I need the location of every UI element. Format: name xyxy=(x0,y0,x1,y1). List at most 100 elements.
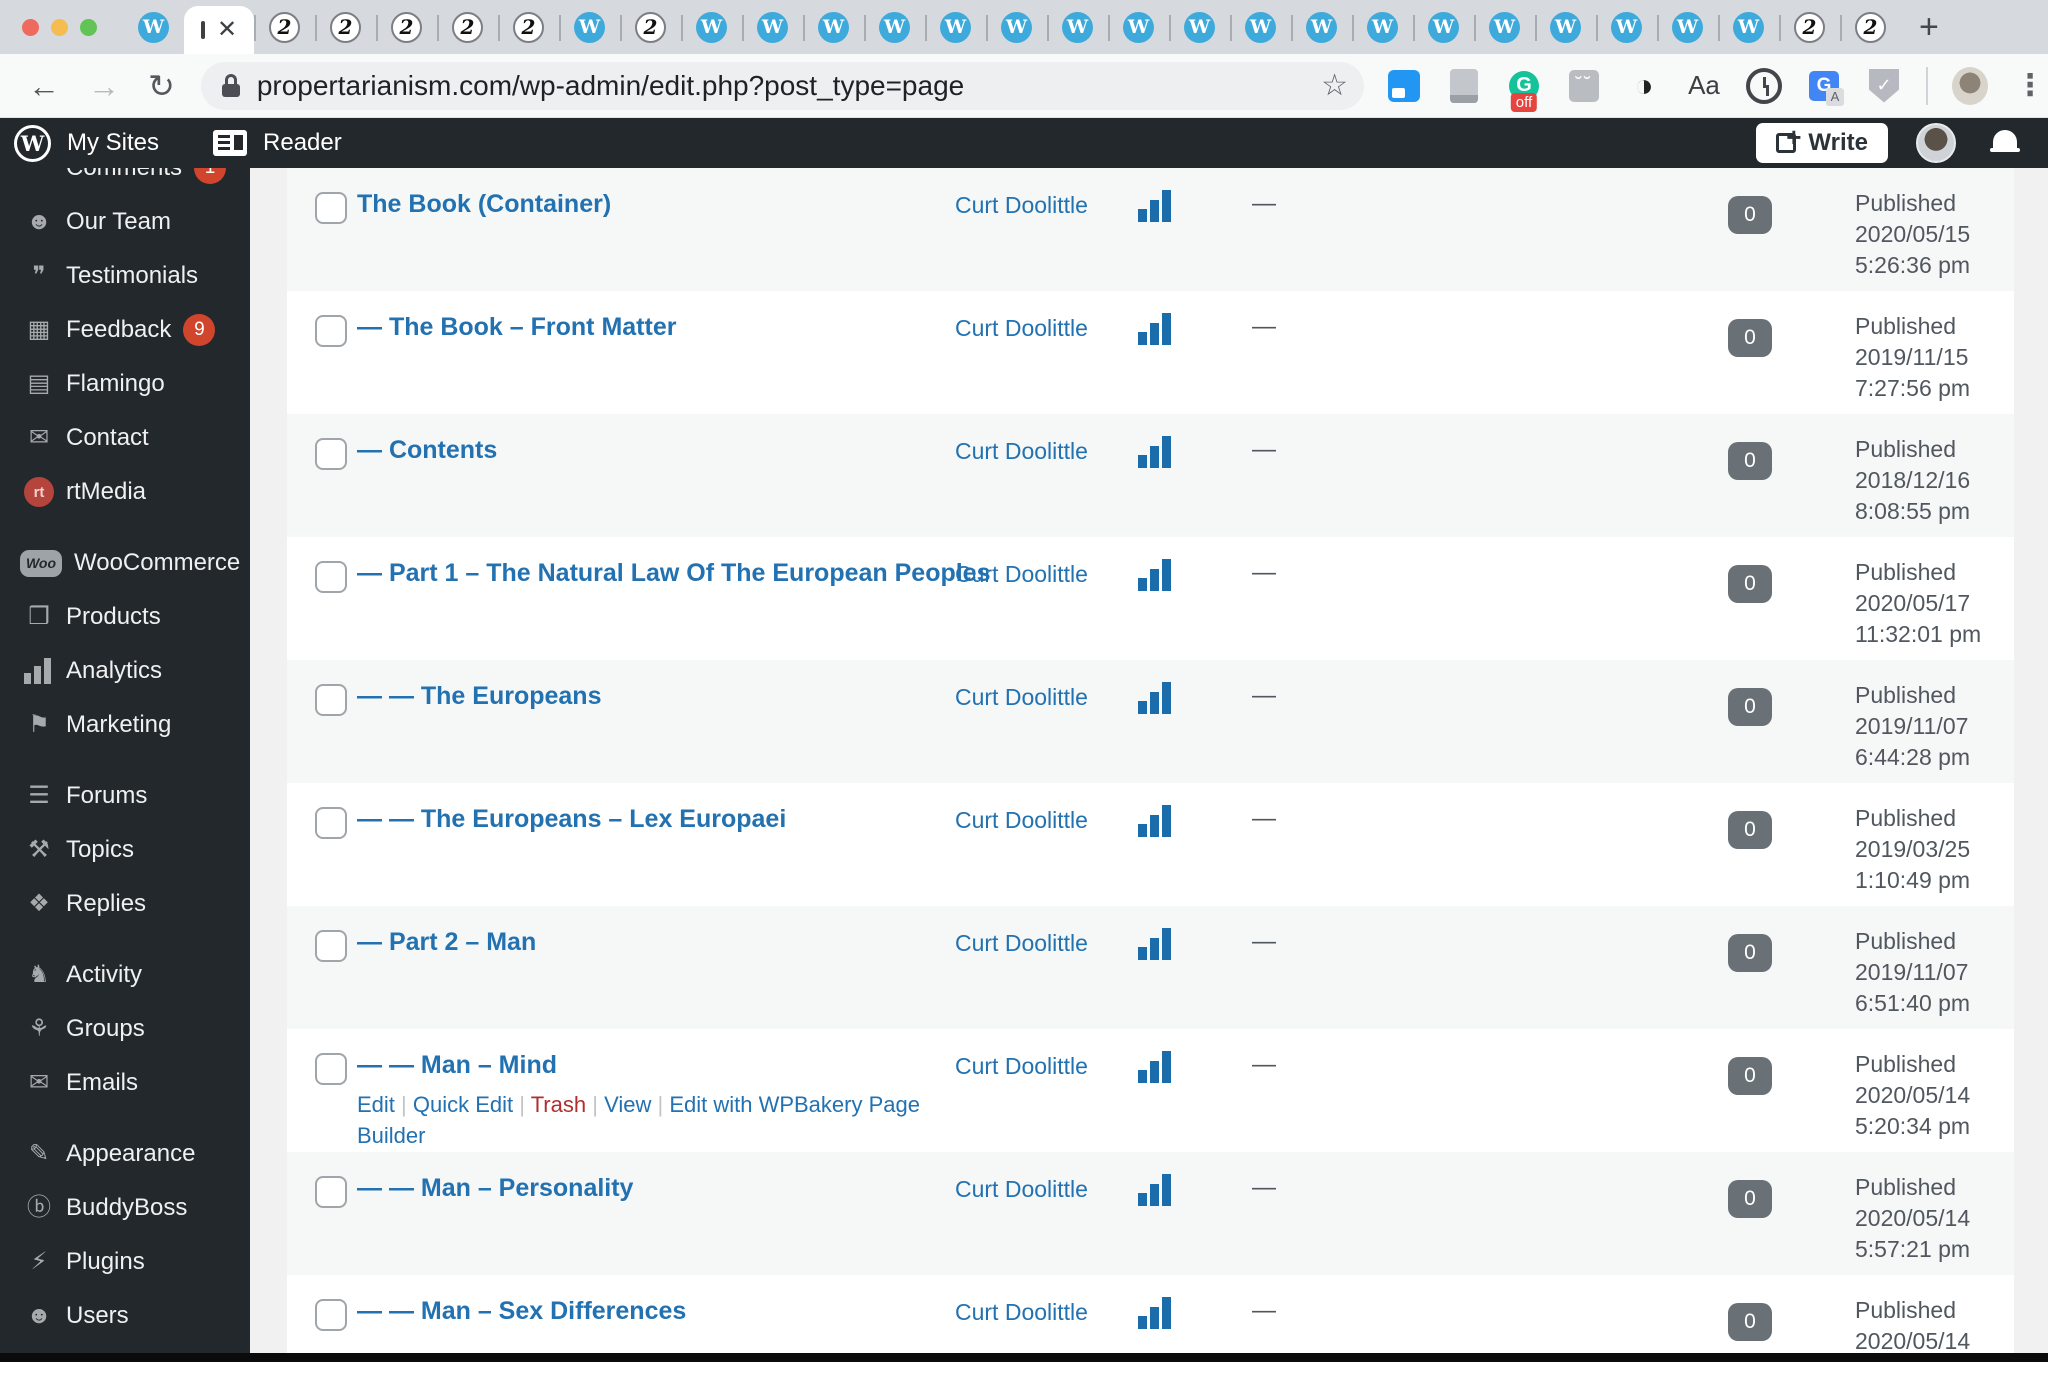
sidebar-item-woocommerce[interactable]: Woo WooCommerce xyxy=(0,536,250,590)
reload-button[interactable]: ↻ xyxy=(148,70,175,102)
browser-tab[interactable]: W xyxy=(1535,0,1596,54)
comment-count-badge[interactable]: 0 xyxy=(1728,319,1772,357)
row-checkbox[interactable] xyxy=(315,192,347,224)
row-checkbox[interactable] xyxy=(315,561,347,593)
active-tab[interactable]: ✕ xyxy=(184,6,254,54)
stats-icon[interactable] xyxy=(1138,190,1171,222)
row-checkbox[interactable] xyxy=(315,315,347,347)
browser-tab[interactable]: W xyxy=(1596,0,1657,54)
write-button[interactable]: Write xyxy=(1756,122,1888,163)
stats-icon[interactable] xyxy=(1138,1174,1171,1206)
browser-menu-icon[interactable]: ⋮ xyxy=(2012,68,2048,104)
row-checkbox[interactable] xyxy=(315,930,347,962)
stats-icon[interactable] xyxy=(1138,436,1171,468)
stats-icon[interactable] xyxy=(1138,682,1171,714)
page-title-link[interactable]: — — The Europeans – Lex Europaei xyxy=(357,805,786,834)
window-close-button[interactable] xyxy=(22,18,39,36)
browser-tab[interactable]: W xyxy=(1718,0,1779,54)
browser-tab[interactable]: 2 xyxy=(620,0,681,54)
sidebar-item-emails[interactable]: ✉ Emails xyxy=(0,1056,250,1110)
sidebar-item-flamingo[interactable]: ▤ Flamingo xyxy=(0,357,250,411)
tab-close-icon[interactable]: ✕ xyxy=(217,18,237,42)
row-checkbox[interactable] xyxy=(315,1299,347,1331)
sidebar-item-products[interactable]: ❒ Products xyxy=(0,590,250,644)
browser-tab[interactable]: W xyxy=(1169,0,1230,54)
action-edit[interactable]: Edit xyxy=(357,1092,395,1117)
sidebar-item-buddyboss[interactable]: ⓑ BuddyBoss xyxy=(0,1181,250,1235)
page-title-link[interactable]: — — Man – Sex Differences xyxy=(357,1297,686,1326)
row-checkbox[interactable] xyxy=(315,438,347,470)
browser-tab[interactable]: 2 xyxy=(1779,0,1840,54)
row-checkbox[interactable] xyxy=(315,1176,347,1208)
sidebar-item-topics[interactable]: ⚒ Topics xyxy=(0,823,250,877)
history-extension-icon[interactable] xyxy=(1746,68,1782,104)
browser-tab[interactable]: 2 xyxy=(315,0,376,54)
reader-icon[interactable] xyxy=(213,130,248,156)
stats-icon[interactable] xyxy=(1138,1297,1171,1329)
browser-tab[interactable]: W xyxy=(1291,0,1352,54)
url-text[interactable]: propertarianism.com/wp-admin/edit.php?po… xyxy=(257,70,1321,102)
browser-tab[interactable]: W xyxy=(925,0,986,54)
my-sites-menu[interactable]: My Sites xyxy=(67,129,159,157)
contrast-extension-icon[interactable]: ◑ xyxy=(1626,67,1662,104)
page-title-link[interactable]: The Book (Container) xyxy=(357,190,611,219)
comment-count-badge[interactable]: 0 xyxy=(1728,1057,1772,1095)
back-button[interactable]: ← xyxy=(28,70,60,102)
window-zoom-button[interactable] xyxy=(80,18,97,36)
page-title-link[interactable]: — Part 2 – Man xyxy=(357,928,536,957)
browser-tab[interactable]: W xyxy=(1657,0,1718,54)
author-link[interactable]: Curt Doolittle xyxy=(955,930,1088,957)
sidebar-item-rtmedia[interactable]: rt rtMedia xyxy=(0,465,250,519)
browser-tab[interactable]: W xyxy=(1474,0,1535,54)
address-bar[interactable]: propertarianism.com/wp-admin/edit.php?po… xyxy=(200,61,1364,110)
notes-extension-icon[interactable] xyxy=(1446,68,1482,104)
sidebar-item-appearance[interactable]: ✎ Appearance xyxy=(0,1127,250,1181)
browser-tab[interactable]: W xyxy=(986,0,1047,54)
browser-tab[interactable]: W xyxy=(1413,0,1474,54)
sidebar-item-replies[interactable]: ❖ Replies xyxy=(0,877,250,931)
user-avatar[interactable] xyxy=(1916,123,1956,163)
sidebar-item-users[interactable]: ☻ Users xyxy=(0,1289,250,1343)
sidebar-item-activity[interactable]: ♞ Activity xyxy=(0,948,250,1002)
fonts-extension-icon[interactable]: Aa xyxy=(1686,68,1722,104)
sidebar-item-groups[interactable]: ⚘ Groups xyxy=(0,1002,250,1056)
comment-count-badge[interactable]: 0 xyxy=(1728,811,1772,849)
page-title-link[interactable]: — Contents xyxy=(357,436,497,465)
author-link[interactable]: Curt Doolittle xyxy=(955,684,1088,711)
row-checkbox[interactable] xyxy=(315,684,347,716)
comment-count-badge[interactable]: 0 xyxy=(1728,442,1772,480)
comment-count-badge[interactable]: 0 xyxy=(1728,688,1772,726)
window-minimize-button[interactable] xyxy=(51,18,68,36)
browser-tab[interactable]: W xyxy=(1108,0,1169,54)
browser-tab[interactable]: W xyxy=(123,0,184,54)
translate-extension-icon[interactable] xyxy=(1806,68,1844,106)
stats-icon[interactable] xyxy=(1138,805,1171,837)
row-checkbox[interactable] xyxy=(315,807,347,839)
browser-tab[interactable]: W xyxy=(681,0,742,54)
stats-icon[interactable] xyxy=(1138,313,1171,345)
action-view[interactable]: View xyxy=(604,1092,651,1117)
page-title-link[interactable]: — — The Europeans xyxy=(357,682,601,711)
comment-count-badge[interactable]: 0 xyxy=(1728,196,1772,234)
shield-extension-icon[interactable] xyxy=(1866,68,1902,104)
sidebar-item-plugins[interactable]: ⚡ Plugins xyxy=(0,1235,250,1289)
wordpress-logo-icon[interactable]: W xyxy=(14,124,51,162)
stats-icon[interactable] xyxy=(1138,1051,1171,1083)
author-link[interactable]: Curt Doolittle xyxy=(955,561,1088,588)
browser-tab[interactable]: W xyxy=(1230,0,1291,54)
browser-tab[interactable]: 2 xyxy=(498,0,559,54)
sidebar-item-analytics[interactable]: Analytics xyxy=(0,644,250,698)
author-link[interactable]: Curt Doolittle xyxy=(955,1299,1088,1326)
page-title-link[interactable]: — — Man – Mind xyxy=(357,1051,557,1080)
action-quick-edit[interactable]: Quick Edit xyxy=(413,1092,513,1117)
browser-tab[interactable]: W xyxy=(742,0,803,54)
author-link[interactable]: Curt Doolittle xyxy=(955,807,1088,834)
row-checkbox[interactable] xyxy=(315,1053,347,1085)
author-link[interactable]: Curt Doolittle xyxy=(955,1053,1088,1080)
browser-tab[interactable]: W xyxy=(1047,0,1108,54)
sidebar-item-forums[interactable]: ☰ Forums xyxy=(0,769,250,823)
tab-panels-extension-icon[interactable] xyxy=(1386,68,1422,104)
comment-count-badge[interactable]: 0 xyxy=(1728,934,1772,972)
reader-menu[interactable]: Reader xyxy=(263,129,342,157)
grammarly-extension-icon[interactable]: off xyxy=(1506,68,1542,112)
